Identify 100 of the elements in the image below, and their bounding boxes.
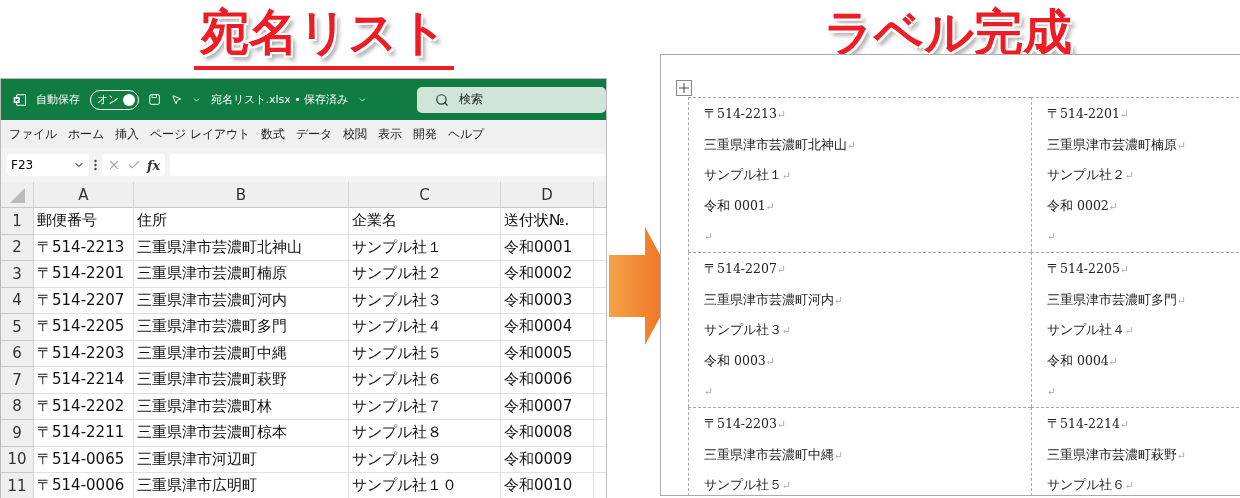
label-text: 三重県津市芸濃町北神山 xyxy=(704,136,847,152)
paragraph-mark: ↵ xyxy=(1177,293,1187,307)
paragraph-mark: ↵ xyxy=(1125,324,1135,337)
paragraph-mark: ↵ xyxy=(1119,263,1130,276)
column-header[interactable]: D xyxy=(501,182,594,208)
save-icon[interactable] xyxy=(149,92,161,107)
table-cell: 三重県津市芸濃町椋本 xyxy=(134,420,349,447)
paragraph-mark: ↵ xyxy=(776,263,787,276)
table-cell: 〒514-2207 xyxy=(34,287,134,314)
table-cell: サンプル社９ xyxy=(349,446,501,473)
label-text: サンプル社２ xyxy=(1047,167,1125,182)
table-cell: 三重県津市芸濃町林 xyxy=(134,393,349,420)
select-all-icon[interactable] xyxy=(9,186,25,203)
menu-tab[interactable]: 数式 xyxy=(260,125,285,143)
table-cell: サンプル社１ xyxy=(349,234,501,261)
menu-tab[interactable]: 開発 xyxy=(412,125,437,143)
menu-tab[interactable]: ホーム xyxy=(68,125,104,143)
table-cell: 令和0004 xyxy=(501,314,594,341)
paragraph-mark: ↵ xyxy=(1108,199,1118,213)
label-text: サンプル社５ xyxy=(704,477,782,492)
menu-tab[interactable]: 校閲 xyxy=(342,125,367,143)
table-cell: サンプル社２ xyxy=(349,261,501,288)
menu-tab[interactable]: ヘルプ xyxy=(447,125,484,143)
row-header[interactable]: 5 xyxy=(1,314,34,341)
table-cell: 三重県津市河辺町 xyxy=(134,446,349,473)
table-cell: 令和0007 xyxy=(501,393,594,420)
paragraph-mark: ↵ xyxy=(1047,385,1057,398)
table-cell: サンプル社６ xyxy=(349,367,501,394)
label-text: 令和 0001 xyxy=(704,197,766,213)
row-header[interactable]: 2 xyxy=(1,234,34,261)
label-text: 三重県津市芸濃町中縄 xyxy=(704,446,834,462)
paragraph-mark: ↵ xyxy=(847,138,857,152)
table-cell: 令和0003 xyxy=(501,287,594,314)
table-cell: 住所 xyxy=(134,208,349,235)
paragraph-mark: ↵ xyxy=(1119,108,1130,121)
row-header[interactable]: 8 xyxy=(1,393,34,420)
column-header[interactable]: C xyxy=(349,182,501,208)
paragraph-mark: ↵ xyxy=(1047,230,1057,243)
row-header[interactable]: 6 xyxy=(1,340,34,367)
row-header[interactable]: 11 xyxy=(1,473,34,498)
menu-tab[interactable]: 挿入 xyxy=(115,125,139,143)
table-cell: 企業名 xyxy=(349,208,501,235)
label-text: 三重県津市芸濃町萩野 xyxy=(1047,446,1177,462)
table-cell: 三重県津市芸濃町北神山 xyxy=(134,234,349,261)
label-text: 〒514-2207 xyxy=(704,261,777,276)
cancel-icon[interactable] xyxy=(107,158,121,172)
table-cell: 三重県津市芸濃町河内 xyxy=(134,287,349,314)
table-cell: 三重県津市芸濃町中縄 xyxy=(134,340,349,367)
row-header[interactable]: 1 xyxy=(1,208,34,235)
search-icon xyxy=(435,92,450,107)
table-cell: 郵便番号 xyxy=(34,208,134,235)
file-title[interactable]: 宛名リスト.xlsx • 保存済み xyxy=(210,92,349,107)
autosave-label: 自動保存 xyxy=(36,92,81,107)
label-text: 令和 0004 xyxy=(1047,352,1109,368)
paragraph-mark: ↵ xyxy=(704,230,714,243)
paragraph-mark: ↵ xyxy=(704,385,714,398)
paragraph-mark: ↵ xyxy=(1177,138,1187,152)
paragraph-mark: ↵ xyxy=(834,293,844,307)
table-cell: サンプル社８ xyxy=(349,420,501,447)
menu-tab[interactable]: データ xyxy=(295,125,332,143)
table-cell: 令和0005 xyxy=(501,340,594,367)
label-text: 〒514-2203 xyxy=(704,416,777,431)
name-box[interactable]: F23 xyxy=(7,154,89,176)
row-header[interactable]: 4 xyxy=(1,287,34,314)
column-header[interactable]: B xyxy=(134,182,349,208)
pointer-icon[interactable] xyxy=(170,92,182,107)
table-cell: サンプル社３ xyxy=(349,287,501,314)
row-header[interactable]: 10 xyxy=(1,446,34,473)
menu-tab[interactable]: ファイル xyxy=(9,125,57,143)
column-header[interactable]: A xyxy=(34,182,134,208)
label-text: サンプル社６ xyxy=(1047,477,1125,492)
menu-tab[interactable]: 表示 xyxy=(377,125,402,143)
table-cell: 三重県津市芸濃町多門 xyxy=(134,314,349,341)
spreadsheet-app-icon[interactable] xyxy=(13,91,27,108)
move-handle-icon[interactable] xyxy=(676,80,692,96)
autosave-toggle[interactable]: オン xyxy=(90,89,140,110)
table-cell: サンプル社５ xyxy=(349,340,501,367)
menu-tab[interactable]: ページ レイアウト xyxy=(150,125,250,143)
table-cell: 〒514-2213 xyxy=(34,234,134,261)
paragraph-mark: ↵ xyxy=(776,418,787,431)
check-icon[interactable] xyxy=(127,158,141,172)
function-button[interactable]: fx xyxy=(147,157,161,173)
table-cell: 令和0009 xyxy=(501,446,594,473)
table-cell: 〒514-0006 xyxy=(34,473,134,498)
row-header[interactable]: 9 xyxy=(1,420,34,447)
label-text: 〒514-2201 xyxy=(1047,106,1120,121)
row-header[interactable]: 3 xyxy=(1,261,34,288)
label-text: 〒514-2205 xyxy=(1047,261,1120,276)
paragraph-mark: ↵ xyxy=(1108,354,1118,368)
label-text: サンプル社３ xyxy=(704,322,782,337)
table-cell: 令和0006 xyxy=(501,367,594,394)
paragraph-mark: ↵ xyxy=(1125,169,1135,182)
paragraph-mark: ↵ xyxy=(765,199,775,213)
search-field[interactable]: 検索 xyxy=(417,86,606,113)
row-header[interactable]: 7 xyxy=(1,367,34,394)
more-icon[interactable] xyxy=(94,159,97,171)
table-cell: 令和0010 xyxy=(501,473,594,498)
label-text: サンプル社４ xyxy=(1047,322,1125,337)
table-cell: 送付状№. xyxy=(501,208,594,235)
paragraph-mark: ↵ xyxy=(765,354,775,368)
